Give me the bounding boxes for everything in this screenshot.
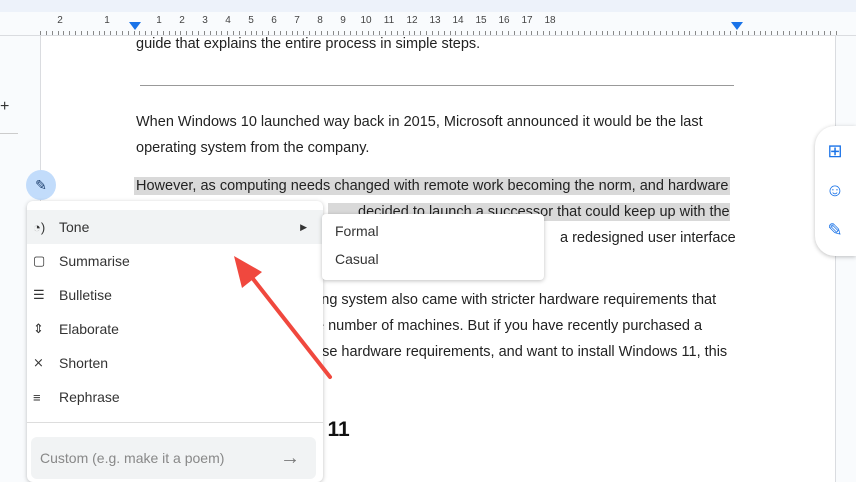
emoji-icon[interactable]: ☺ [823,178,847,202]
annotation-arrow [234,256,332,379]
suggest-edit-icon[interactable]: ✎ [823,218,847,242]
add-comment-icon[interactable]: ⊞ [823,139,847,163]
side-actions: ⊞ ☺ ✎ [815,126,856,256]
